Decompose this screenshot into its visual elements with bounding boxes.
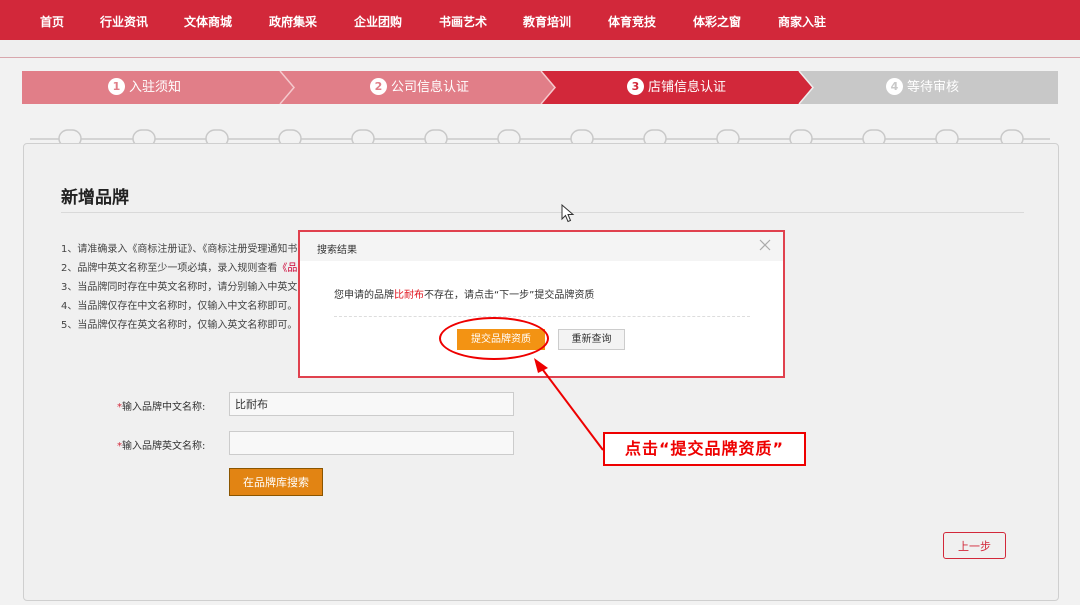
step-4: 4 等待审核 [886, 71, 959, 104]
dialog-divider [334, 316, 750, 317]
top-nav: 首页 行业资讯 文体商城 政府集采 企业团购 书画艺术 教育培训 体育竞技 体彩… [0, 0, 1080, 40]
step-4-label: 等待审核 [907, 80, 960, 95]
rules-link[interactable]: 《品 [277, 263, 297, 274]
step-progress: 1 入驻须知 2 公司信息认证 3 店铺信息认证 4 等待审核 [22, 71, 1058, 104]
title-divider [61, 212, 1024, 213]
nav-item-merchant-join[interactable]: 商家入驻 [778, 0, 826, 40]
step-1-label: 入驻须知 [129, 80, 182, 95]
nav-item-sports[interactable]: 体育竞技 [608, 0, 656, 40]
brand-name-highlight: 比耐布 [394, 290, 424, 301]
dialog-header [300, 232, 783, 261]
step-2: 2 公司信息认证 [370, 71, 469, 104]
step-3-number: 3 [627, 78, 644, 95]
step-2-number: 2 [370, 78, 387, 95]
rule-item: 1、请准确录入《商标注册证》、《商标注册受理通知书 [61, 244, 298, 255]
brand-rules-list: 1、请准确录入《商标注册证》、《商标注册受理通知书 2、品牌中英文名称至少一项必… [61, 240, 301, 335]
mouse-cursor-icon [561, 204, 575, 223]
nav-item-education[interactable]: 教育培训 [523, 0, 571, 40]
rule-item: 3、当品牌同时存在中英文名称时，请分别输入中英文 [61, 282, 298, 293]
step-3-label: 店铺信息认证 [648, 80, 727, 95]
dialog-message: 您申请的品牌比耐布不存在，请点击“下一步”提交品牌资质 [334, 290, 595, 301]
brand-cn-name-input[interactable]: 比耐布 [229, 392, 514, 416]
annotation-callout: 点击“提交品牌资质” [603, 432, 806, 466]
rule-item: 5、当品牌仅存在英文名称时，仅输入英文名称即可。 [61, 320, 298, 331]
nav-item-art[interactable]: 书画艺术 [439, 0, 487, 40]
brand-cn-name-label: *输入品牌中文名称: [117, 402, 206, 413]
brand-en-name-label: *输入品牌英文名称: [117, 441, 206, 452]
nav-item-news[interactable]: 行业资讯 [100, 0, 148, 40]
nav-item-home[interactable]: 首页 [40, 0, 64, 40]
close-icon[interactable] [758, 238, 772, 252]
step-1-number: 1 [108, 78, 125, 95]
step-2-label: 公司信息认证 [391, 80, 470, 95]
header-band [0, 40, 1080, 58]
brand-en-name-input[interactable] [229, 431, 514, 455]
step-1: 1 入驻须知 [108, 71, 181, 104]
previous-step-button[interactable]: 上一步 [943, 532, 1006, 559]
nav-item-group-buy[interactable]: 企业团购 [354, 0, 402, 40]
dialog-title: 搜索结果 [317, 245, 357, 256]
rule-item: 4、当品牌仅存在中文名称时，仅输入中文名称即可。 [61, 301, 298, 312]
step-3: 3 店铺信息认证 [627, 71, 726, 104]
step-4-number: 4 [886, 78, 903, 95]
nav-item-gov-procurement[interactable]: 政府集采 [269, 0, 317, 40]
rule-item: 2、品牌中英文名称至少一项必填，录入规则查看《品 [61, 263, 298, 274]
nav-item-lottery[interactable]: 体彩之窗 [693, 0, 741, 40]
search-brand-library-button[interactable]: 在品牌库搜索 [229, 468, 323, 496]
search-result-dialog: 搜索结果 您申请的品牌比耐布不存在，请点击“下一步”提交品牌资质 提交品牌资质 … [298, 230, 785, 378]
page-title: 新增品牌 [61, 188, 129, 208]
requery-button[interactable]: 重新查询 [558, 329, 625, 350]
highlight-ellipse [439, 317, 549, 360]
nav-item-mall[interactable]: 文体商城 [184, 0, 232, 40]
